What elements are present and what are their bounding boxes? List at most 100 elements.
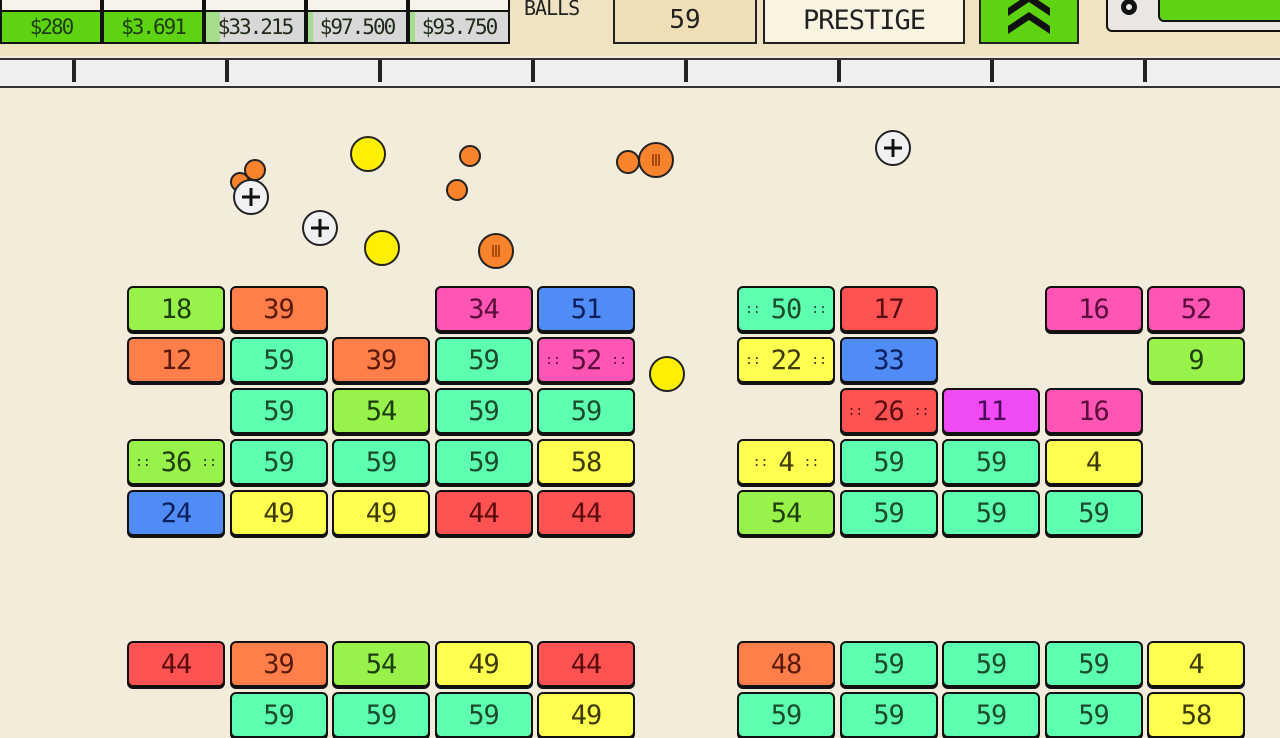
brick-value: 24 — [160, 497, 193, 529]
basic-ball — [364, 230, 400, 266]
brick: 44 — [537, 641, 635, 687]
brick-value: 39 — [263, 648, 295, 680]
brick-value: 59 — [975, 699, 1008, 731]
brick-marker: :: — [545, 352, 561, 368]
brick: 16 — [1044, 286, 1143, 332]
brick: 59 — [1044, 692, 1143, 738]
brick: 9 — [1147, 337, 1245, 383]
brick: 52 — [1147, 286, 1245, 332]
upgrade-price-button[interactable]: $93.750 — [410, 10, 508, 42]
brick-marker: :: — [745, 301, 761, 317]
brick-value: 4 — [778, 446, 794, 478]
small-ball — [446, 179, 468, 201]
settings-panel[interactable] — [1106, 0, 1280, 32]
brick: 18 — [127, 286, 225, 332]
brick: 59 — [839, 439, 938, 485]
brick: 33 — [839, 337, 938, 383]
upgrade-price-button[interactable]: $280 — [2, 10, 100, 42]
brick-value: 17 — [873, 293, 905, 325]
brick-value: 59 — [873, 497, 905, 529]
prestige-button[interactable]: PRESTIGE — [763, 0, 965, 44]
brick-value: 11 — [975, 395, 1008, 427]
upgrade-price-button[interactable]: $97.500 — [308, 10, 406, 42]
brick-value: 4 — [1085, 446, 1102, 478]
brick: 59 — [229, 439, 328, 485]
brick-value: 48 — [770, 648, 803, 680]
double-chevron-up-icon — [1008, 0, 1050, 34]
brick-marker: :: — [611, 352, 627, 368]
brick: 54 — [332, 388, 430, 434]
brick-value: 59 — [263, 446, 295, 478]
brick: 59 — [942, 490, 1040, 536]
tab-slot[interactable] — [684, 60, 838, 82]
brick-value: 16 — [1078, 293, 1110, 325]
brick-value: 59 — [468, 344, 500, 376]
tab-slot[interactable] — [378, 60, 532, 82]
brick: 59 — [942, 692, 1040, 738]
upgrade-slot[interactable]: $33.215 — [204, 0, 306, 44]
brick: 34 — [434, 286, 533, 332]
brick-value: 33 — [873, 344, 905, 376]
upgrade-button[interactable] — [979, 0, 1079, 44]
brick: 59 — [839, 490, 938, 536]
tab-slot[interactable] — [72, 60, 226, 82]
special-brick: :: 50:: — [737, 286, 835, 332]
brick: 59 — [434, 692, 533, 738]
brick: 49 — [332, 490, 430, 536]
brick-value: 22 — [770, 344, 803, 376]
brick: 44 — [537, 490, 635, 536]
tab-slot[interactable] — [837, 60, 991, 82]
tab-slot[interactable] — [990, 60, 1144, 82]
brick: 39 — [229, 641, 328, 687]
brick: 59 — [332, 439, 430, 485]
brick-marker: :: — [811, 352, 827, 368]
tab-slot[interactable] — [1143, 60, 1280, 82]
brick: 59 — [434, 388, 533, 434]
brick: 4 — [1147, 641, 1245, 687]
brick: 51 — [537, 286, 635, 332]
brick: 59 — [229, 388, 328, 434]
striped-ball — [638, 142, 674, 178]
brick: 49 — [537, 692, 635, 738]
upgrade-slot[interactable]: $93.750 — [408, 0, 510, 44]
upgrade-price-button[interactable]: $33.215 — [206, 10, 304, 42]
brick: 39 — [332, 337, 430, 383]
gear-icon[interactable] — [1118, 0, 1140, 18]
brick-marker: :: — [201, 454, 217, 470]
brick-value: 59 — [570, 395, 603, 427]
tab-slot[interactable] — [225, 60, 379, 82]
settings-green-bar[interactable] — [1158, 0, 1280, 22]
special-brick: :: 26:: — [839, 388, 938, 434]
brick-value: 49 — [365, 497, 398, 529]
upgrade-price-button[interactable]: $3.691 — [104, 10, 202, 42]
upgrade-slot[interactable]: $3.691 — [102, 0, 204, 44]
brick-value: 51 — [570, 293, 603, 325]
top-bar: $280 $3.691 $33.215 $97.500 $93.750 BALLS 59… — [0, 0, 1280, 56]
upgrade-price: $280 — [29, 15, 75, 39]
brick: 12 — [127, 337, 225, 383]
basic-ball — [350, 136, 386, 172]
balls-label: BALLS — [524, 0, 580, 20]
brick: 58 — [537, 439, 635, 485]
brick-value: 44 — [570, 497, 603, 529]
brick: 24 — [127, 490, 225, 536]
special-brick: :: 22:: — [737, 337, 835, 383]
upgrade-slot[interactable]: $97.500 — [306, 0, 408, 44]
brick-value: 59 — [1078, 497, 1110, 529]
brick-value: 44 — [468, 497, 500, 529]
brick: 59 — [737, 692, 835, 738]
brick-value: 49 — [263, 497, 295, 529]
brick: 59 — [942, 641, 1040, 687]
brick-marker: :: — [752, 454, 769, 470]
tab-slot[interactable] — [531, 60, 685, 82]
brick-value: 49 — [570, 699, 603, 731]
play-field[interactable]: 18 39 34 51 12 59 39 59:: 52:: 59 54 59 59:: 36:: 59 59… — [0, 86, 1280, 738]
brick-value: 44 — [160, 648, 193, 680]
brick-value: 52 — [1180, 293, 1213, 325]
brick-marker: :: — [913, 403, 930, 419]
upgrade-slot[interactable]: $280 — [0, 0, 102, 44]
brick-value: 59 — [873, 699, 905, 731]
special-brick: :: 52:: — [537, 337, 635, 383]
brick: 44 — [127, 641, 225, 687]
special-brick: :: 36:: — [127, 439, 225, 485]
